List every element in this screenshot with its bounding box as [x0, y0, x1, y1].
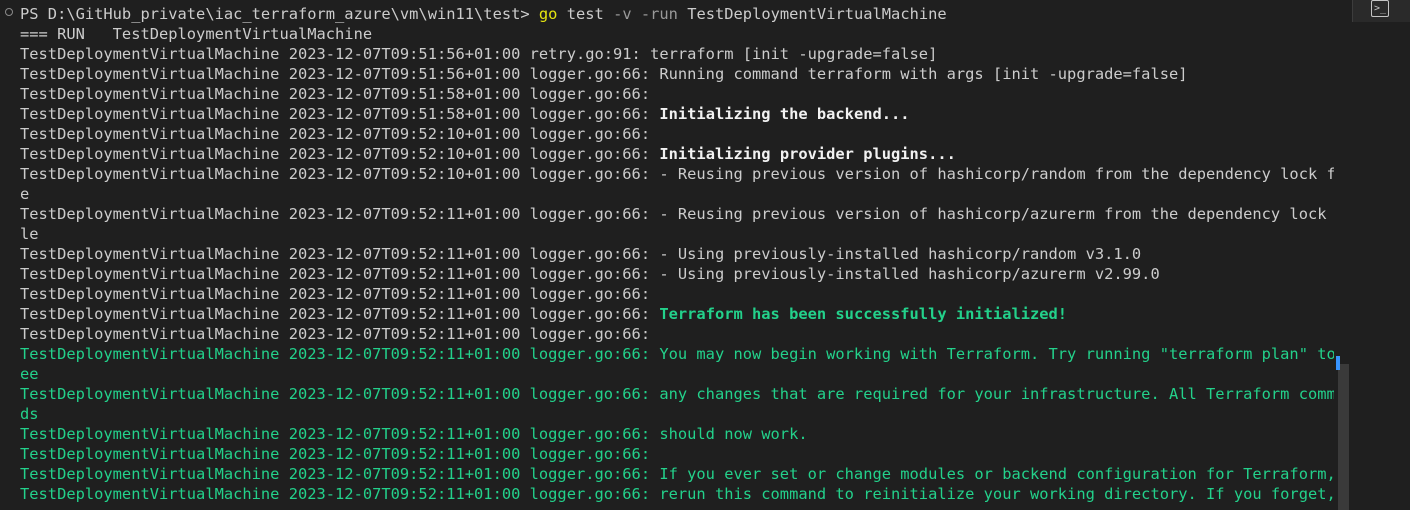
log-text: TestDeploymentVirtualMachine 2023-12-07T…: [20, 465, 1334, 483]
log-line: TestDeploymentVirtualMachine 2023-12-07T…: [20, 284, 659, 304]
log-text: TestDeploymentVirtualMachine 2023-12-07T…: [20, 125, 660, 143]
log-line: TestDeploymentVirtualMachine 2023-12-07T…: [20, 44, 937, 64]
log-text: TestDeploymentVirtualMachine 2023-12-07T…: [20, 325, 660, 343]
terminal-icon: >_: [1371, 0, 1389, 17]
log-line: TestDeploymentVirtualMachine 2023-12-07T…: [20, 304, 1067, 324]
log-line: === RUN TestDeploymentVirtualMachine: [20, 24, 372, 44]
log-line: le: [20, 224, 39, 244]
log-text: Terraform has been successfully initiali…: [659, 305, 1068, 323]
log-text: Initializing provider plugins...: [659, 145, 956, 163]
command-flags: -v -run: [613, 5, 678, 23]
log-line: TestDeploymentVirtualMachine 2023-12-07T…: [20, 124, 659, 144]
log-line: TestDeploymentVirtualMachine 2023-12-07T…: [20, 444, 659, 464]
log-text: le: [20, 225, 39, 243]
log-text: TestDeploymentVirtualMachine 2023-12-07T…: [20, 45, 938, 63]
log-line: TestDeploymentVirtualMachine 2023-12-07T…: [20, 204, 1334, 224]
log-line: ee: [20, 364, 39, 384]
log-text: TestDeploymentVirtualMachine 2023-12-07T…: [20, 485, 1334, 503]
log-line: TestDeploymentVirtualMachine 2023-12-07T…: [20, 244, 1141, 264]
prompt-line: PS D:\GitHub_private\iac_terraform_azure…: [20, 4, 947, 24]
log-text: e: [20, 185, 30, 203]
log-line: e: [20, 184, 29, 204]
log-text: TestDeploymentVirtualMachine 2023-12-07T…: [20, 425, 808, 443]
log-text: TestDeploymentVirtualMachine 2023-12-07T…: [20, 165, 1334, 183]
log-text: TestDeploymentVirtualMachine 2023-12-07T…: [20, 105, 660, 123]
log-text: Initializing the backend...: [659, 105, 910, 123]
log-line: TestDeploymentVirtualMachine 2023-12-07T…: [20, 104, 910, 124]
log-line: TestDeploymentVirtualMachine 2023-12-07T…: [20, 144, 956, 164]
log-line: TestDeploymentVirtualMachine 2023-12-07T…: [20, 464, 1334, 484]
log-line: TestDeploymentVirtualMachine 2023-12-07T…: [20, 484, 1334, 504]
prompt-path: PS D:\GitHub_private\iac_terraform_azure…: [20, 5, 539, 23]
scroll-position-marker: [1336, 356, 1340, 370]
terminal-output[interactable]: PS D:\GitHub_private\iac_terraform_azure…: [0, 0, 1334, 510]
scrollbar-thumb[interactable]: [1338, 364, 1349, 510]
log-line: ds: [20, 404, 39, 424]
log-line: TestDeploymentVirtualMachine 2023-12-07T…: [20, 384, 1334, 404]
log-line: TestDeploymentVirtualMachine 2023-12-07T…: [20, 424, 808, 444]
log-text: ds: [20, 405, 39, 423]
log-text: TestDeploymentVirtualMachine 2023-12-07T…: [20, 285, 660, 303]
log-line: TestDeploymentVirtualMachine 2023-12-07T…: [20, 344, 1334, 364]
log-text: TestDeploymentVirtualMachine 2023-12-07T…: [20, 65, 1188, 83]
log-text: TestDeploymentVirtualMachine 2023-12-07T…: [20, 245, 1142, 263]
log-line: TestDeploymentVirtualMachine 2023-12-07T…: [20, 324, 659, 344]
log-line: TestDeploymentVirtualMachine 2023-12-07T…: [20, 164, 1334, 184]
log-text: ee: [20, 365, 39, 383]
log-line: TestDeploymentVirtualMachine 2023-12-07T…: [20, 84, 659, 104]
log-line: TestDeploymentVirtualMachine 2023-12-07T…: [20, 264, 1160, 284]
log-text: TestDeploymentVirtualMachine 2023-12-07T…: [20, 305, 660, 323]
log-line: TestDeploymentVirtualMachine 2023-12-07T…: [20, 64, 1188, 84]
log-text: TestDeploymentVirtualMachine 2023-12-07T…: [20, 145, 660, 163]
log-text: TestDeploymentVirtualMachine 2023-12-07T…: [20, 85, 660, 103]
command-go: go: [538, 5, 558, 23]
log-text: TestDeploymentVirtualMachine 2023-12-07T…: [20, 265, 1160, 283]
command-test: test: [557, 5, 614, 23]
command-test-name: TestDeploymentVirtualMachine: [677, 5, 947, 23]
log-text: TestDeploymentVirtualMachine 2023-12-07T…: [20, 205, 1334, 223]
log-text: TestDeploymentVirtualMachine 2023-12-07T…: [20, 345, 1334, 363]
log-text: === RUN TestDeploymentVirtualMachine: [20, 25, 373, 43]
command-status-icon[interactable]: [5, 8, 13, 16]
log-text: TestDeploymentVirtualMachine 2023-12-07T…: [20, 445, 660, 463]
terminal-tab-powershell[interactable]: >_: [1352, 0, 1410, 22]
log-text: TestDeploymentVirtualMachine 2023-12-07T…: [20, 385, 1334, 403]
